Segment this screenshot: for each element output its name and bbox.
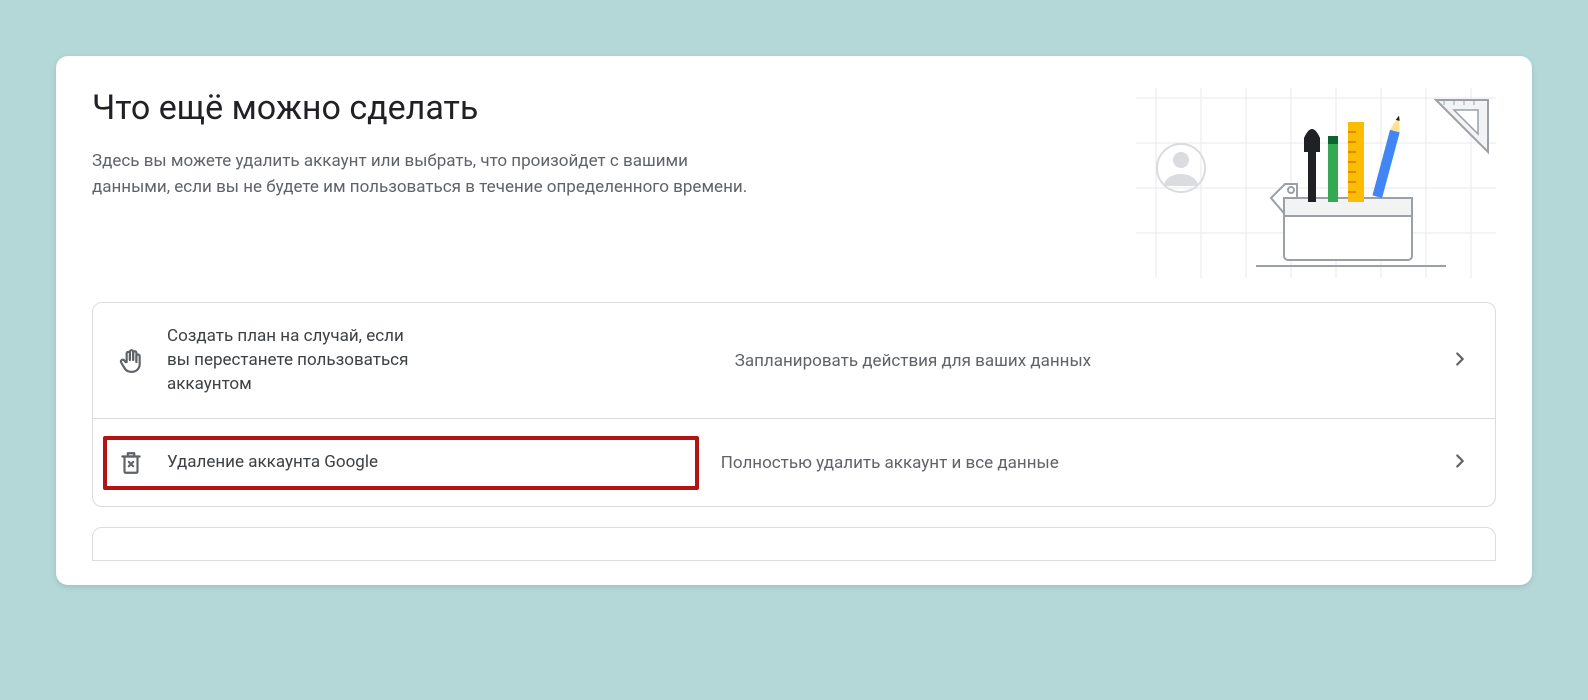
option-label: Создать план на случай, если вы перестан…: [167, 325, 429, 396]
hand-icon: [117, 348, 145, 374]
option-inactive-plan[interactable]: Создать план на случай, если вы перестан…: [93, 303, 1495, 418]
option-desc: Полностью удалить аккаунт и все данные: [721, 453, 1427, 473]
option-label: Удаление аккаунта Google: [167, 451, 675, 475]
chevron-right-icon: [1449, 450, 1471, 476]
option-delete-account[interactable]: Удаление аккаунта Google Полностью удали…: [93, 418, 1495, 506]
row-left: Создать план на случай, если вы перестан…: [117, 325, 713, 396]
card-title: Что ещё можно сделать: [92, 88, 752, 128]
option-desc: Запланировать действия для ваших данных: [735, 351, 1427, 371]
trash-icon: [117, 450, 145, 476]
next-list-peek: [92, 527, 1496, 561]
chevron-right-icon: [1449, 348, 1471, 374]
header-text: Что ещё можно сделать Здесь вы можете уд…: [92, 88, 752, 278]
options-list: Создать план на случай, если вы перестан…: [92, 302, 1496, 507]
more-options-card: Что ещё можно сделать Здесь вы можете уд…: [56, 56, 1532, 585]
toolbox-illustration: [1136, 88, 1496, 278]
card-header: Что ещё можно сделать Здесь вы можете уд…: [56, 56, 1532, 302]
card-subtitle: Здесь вы можете удалить аккаунт или выбр…: [92, 148, 752, 201]
row-left-highlighted: Удаление аккаунта Google: [103, 436, 699, 490]
